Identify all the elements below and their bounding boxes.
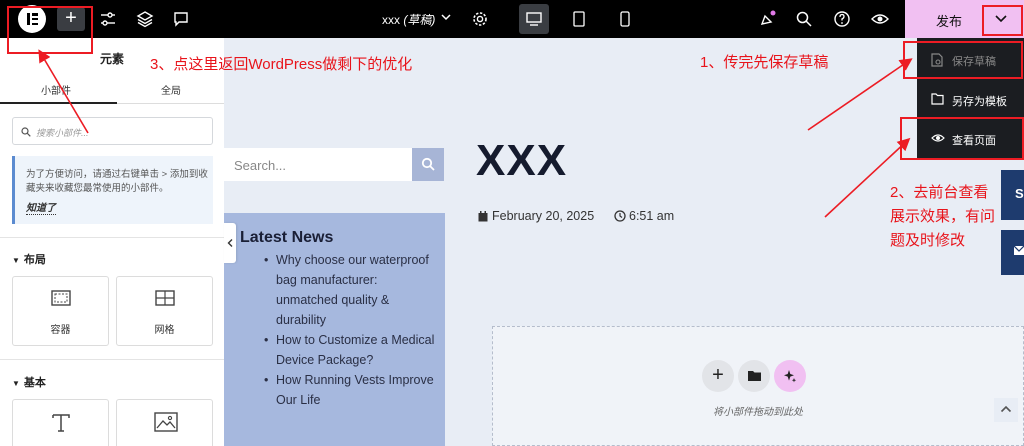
tip-dismiss-link[interactable]: 知道了: [26, 199, 56, 215]
comments-icon[interactable]: [172, 10, 190, 28]
section-divider: [0, 359, 224, 360]
post-title[interactable]: XXX: [476, 136, 567, 186]
section-divider: [0, 237, 224, 238]
email-side-button[interactable]: [1001, 230, 1024, 275]
caret-down-icon: ▼: [12, 256, 20, 265]
search-icon: [421, 157, 435, 171]
annotation-note-1: 1、传完先保存草稿: [700, 54, 829, 71]
post-time: 6:51 am: [629, 209, 675, 223]
widget-search-input[interactable]: 搜索小部件...: [12, 117, 213, 145]
container-icon: [51, 290, 71, 306]
site-search-placeholder: Search...: [234, 158, 287, 173]
settings-sliders-icon[interactable]: [99, 10, 117, 28]
annotation-box-home: [7, 6, 93, 54]
desktop-view-button[interactable]: [519, 4, 549, 34]
annotation-box-view-page: [900, 117, 1024, 160]
latest-news-widget: Latest News Why choose our waterproof ba…: [224, 213, 445, 446]
tab-global[interactable]: 全局: [115, 82, 227, 104]
chevron-up-icon: [1000, 405, 1012, 413]
tab-widgets[interactable]: 小部件: [0, 82, 112, 104]
layers-icon[interactable]: [136, 10, 154, 28]
favorites-tip-text: 为了方便访问，请通过右键单击 > 添加到收藏夹来收藏您最常使用的小部件。: [26, 169, 208, 194]
add-icon: +: [712, 364, 724, 386]
section-layout-header[interactable]: ▼ 布局: [12, 251, 46, 267]
latest-news-list: Why choose our waterproof bag manufactur…: [264, 250, 441, 410]
editor-topbar: + xxx (草稿) 发布: [0, 0, 1024, 38]
chevron-down-icon[interactable]: [440, 11, 452, 23]
skype-icon: S: [1015, 186, 1024, 201]
skype-side-button[interactable]: S: [1001, 170, 1024, 220]
drop-zone-hint: 将小部件拖动到此处: [713, 407, 803, 418]
news-item[interactable]: Why choose our waterproof bag manufactur…: [264, 250, 441, 330]
elements-panel: 元素 小部件 全局 搜索小部件... 为了方便访问，请通过右键单击 > 添加到收…: [0, 38, 224, 446]
document-status: (草稿): [403, 13, 436, 27]
add-section-button[interactable]: +: [702, 360, 734, 392]
folder-icon: [747, 371, 761, 381]
favorites-tip: 为了方便访问，请通过右键单击 > 添加到收藏夹来收藏您最常使用的小部件。 知道了: [12, 156, 213, 224]
tablet-icon: [573, 11, 585, 27]
widget-grid-label: 网格: [154, 325, 175, 336]
folder-icon: [931, 93, 944, 105]
document-name: xxx: [382, 13, 400, 27]
annotation-box-save-draft: [903, 41, 1023, 79]
section-layout-title: 布局: [23, 254, 46, 266]
scroll-to-top-button[interactable]: [994, 398, 1018, 422]
chevron-left-icon: [227, 239, 233, 247]
widget-grid[interactable]: 网格: [116, 276, 213, 346]
mobile-view-button[interactable]: [610, 4, 640, 34]
site-search-button[interactable]: [412, 148, 444, 181]
annotation-note-2-line2: 展示效果，有问: [890, 208, 996, 225]
widget-container-label: 容器: [50, 325, 71, 336]
latest-news-title: Latest News: [240, 229, 334, 246]
annotation-note-2-line1: 2、去前台查看: [890, 184, 989, 201]
widget-heading[interactable]: [12, 399, 109, 446]
search-icon: [21, 127, 31, 137]
ai-sparkle-icon: [784, 370, 797, 383]
gear-icon[interactable]: [471, 10, 489, 28]
widget-container[interactable]: 容器: [12, 276, 109, 346]
post-date: February 20, 2025: [492, 209, 595, 223]
template-library-button[interactable]: [738, 360, 770, 392]
caret-down-icon: ▼: [12, 379, 20, 388]
mobile-icon: [620, 11, 630, 27]
help-icon[interactable]: [833, 10, 851, 28]
grid-icon: [155, 290, 175, 306]
image-icon: [154, 412, 178, 432]
news-item[interactable]: How to Customize a Medical Device Packag…: [264, 330, 441, 370]
search-icon[interactable]: [795, 10, 813, 28]
save-as-template-menu-item[interactable]: 另存为模板: [917, 83, 1024, 117]
annotation-box-publish-chevron: [982, 5, 1023, 36]
calendar-icon: [478, 211, 488, 222]
widget-image[interactable]: [116, 399, 213, 446]
preview-eye-icon[interactable]: [871, 10, 889, 28]
document-title[interactable]: xxx (草稿): [382, 11, 435, 28]
news-item[interactable]: How Running Vests Improve Our Life: [264, 370, 441, 410]
panel-collapse-handle[interactable]: [224, 223, 236, 263]
section-basic-header[interactable]: ▼ 基本: [12, 374, 46, 390]
ai-generate-button[interactable]: [774, 360, 806, 392]
email-icon: [1014, 246, 1024, 255]
annotation-note-2-line3: 题及时修改: [890, 232, 966, 249]
save-as-template-label: 另存为模板: [952, 96, 1007, 108]
heading-text-icon: [52, 414, 70, 432]
whats-new-icon[interactable]: [758, 10, 776, 28]
clock-icon: [614, 210, 626, 222]
active-tab-indicator: [0, 102, 117, 104]
publish-label: 发布: [936, 14, 963, 29]
widget-search-placeholder: 搜索小部件...: [36, 128, 89, 138]
section-basic-title: 基本: [23, 377, 46, 389]
desktop-icon: [526, 12, 542, 26]
annotation-note-3: 3、点这里返回WordPress做剩下的优化: [150, 56, 413, 73]
site-search-input[interactable]: Search...: [224, 148, 412, 181]
tablet-view-button[interactable]: [564, 4, 594, 34]
